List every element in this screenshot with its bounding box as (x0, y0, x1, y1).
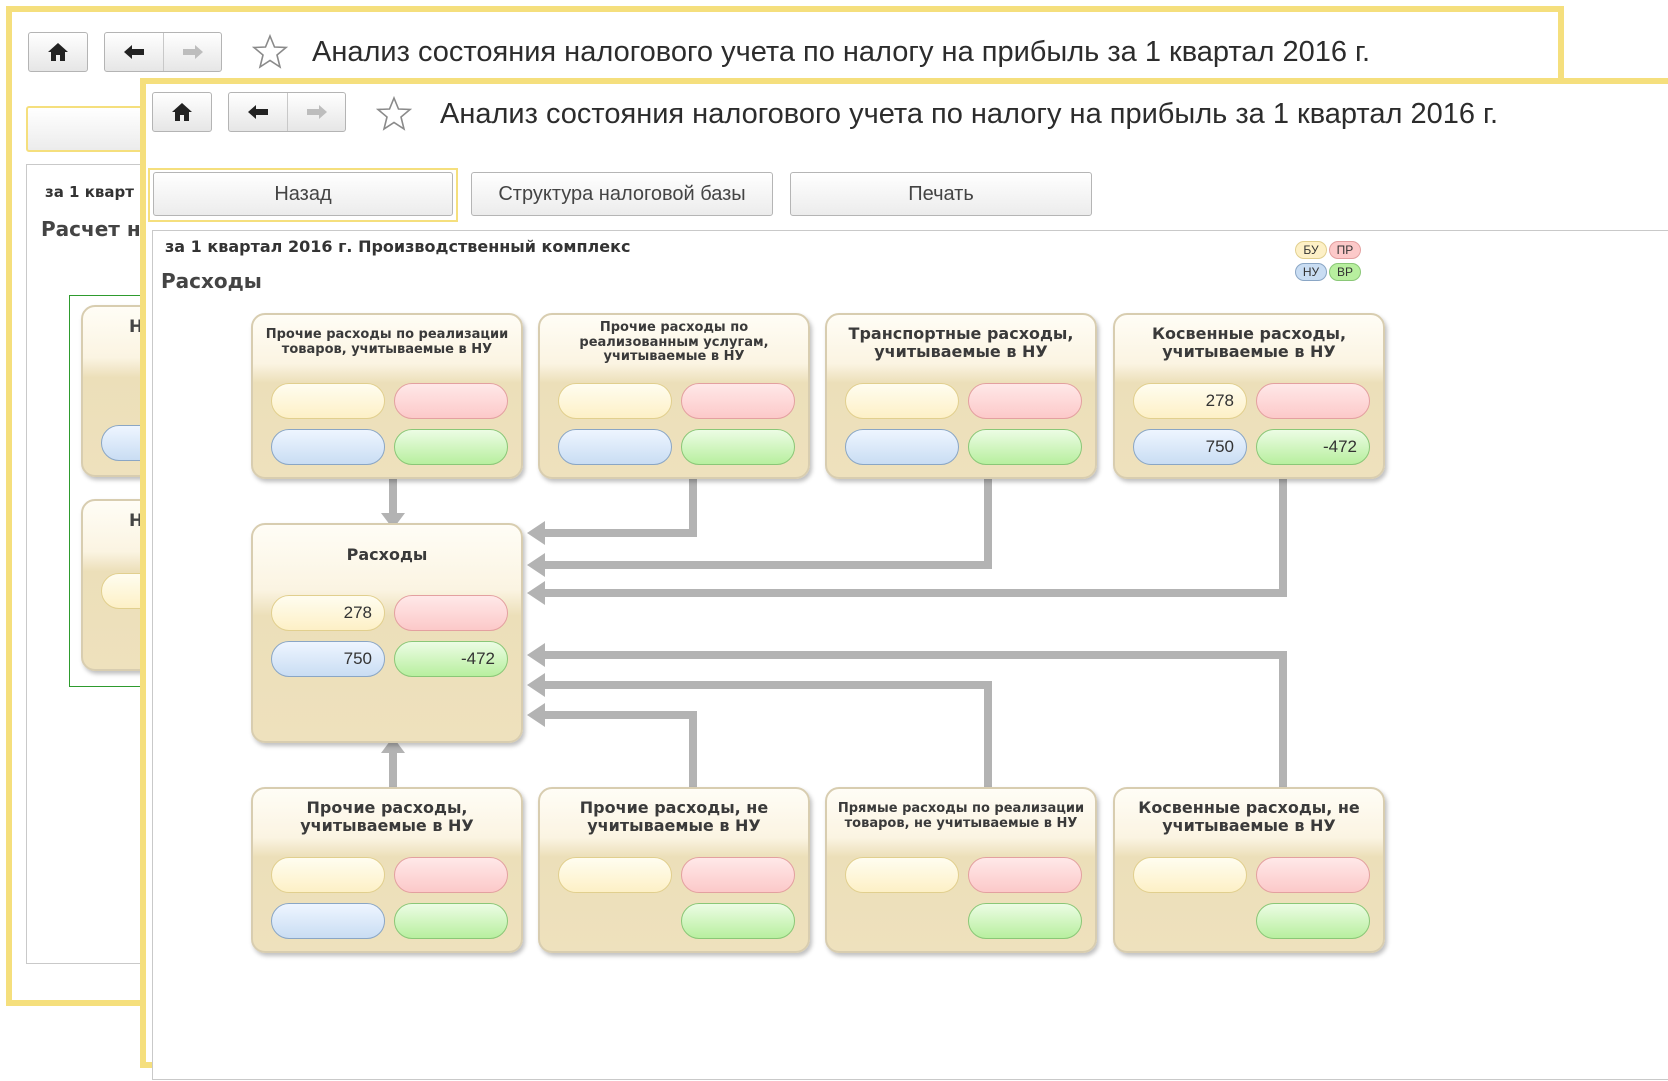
pill-vr (968, 903, 1082, 939)
favorite-button[interactable] (375, 95, 413, 136)
pill-vr (681, 429, 795, 465)
card-other-expenses-nu[interactable]: Прочие расходы, учитываемые в НУ (251, 787, 523, 953)
card-transport-expenses-nu[interactable]: Транспортные расходы, учитываемые в НУ (825, 313, 1097, 479)
pill-bu: 278 (271, 595, 385, 631)
pill-bu (845, 383, 959, 419)
pill-vr (394, 429, 508, 465)
card-title: Косвенные расходы, не учитываемые в НУ (1138, 797, 1360, 835)
pill-bu: 278 (1133, 383, 1247, 419)
home-button[interactable] (152, 92, 212, 132)
pill-pr (394, 383, 508, 419)
pill-pr (1256, 383, 1370, 419)
pill-bu (845, 857, 959, 893)
pill-nu (558, 429, 672, 465)
back-arrow-icon (124, 45, 144, 59)
card-other-services-expenses-nu[interactable]: Прочие расходы по реализованным услугам,… (538, 313, 810, 479)
pill-vr (681, 903, 795, 939)
pill-vr (968, 429, 1082, 465)
back-arrow-icon (248, 105, 268, 119)
card-title: Прочие расходы по реализации товаров, уч… (265, 327, 509, 357)
pill-vr (1256, 903, 1370, 939)
home-icon (172, 103, 192, 121)
history-nav (228, 92, 346, 132)
pill-vr: -472 (394, 641, 508, 677)
card-direct-expenses-non-nu[interactable]: Прямые расходы по реализации товаров, не… (825, 787, 1097, 953)
pill-pr (968, 857, 1082, 893)
back-button[interactable]: Назад (153, 172, 453, 216)
pill-nu (271, 429, 385, 465)
tax-base-structure-button[interactable]: Структура налоговой базы (471, 172, 773, 216)
back-nav-button[interactable] (105, 33, 163, 71)
report-panel: за 1 квартал 2016 г. Производственный ко… (152, 230, 1668, 1080)
card-indirect-expenses-nu[interactable]: Косвенные расходы, учитываемые в НУ 278 … (1113, 313, 1385, 479)
pill-bu (1133, 857, 1247, 893)
pill-pr (1256, 857, 1370, 893)
card-title: Прочие расходы, не учитываемые в НУ (579, 797, 769, 835)
favorite-button[interactable] (251, 33, 289, 74)
pill-pr (394, 595, 508, 631)
pill-pr (394, 857, 508, 893)
card-title: Расходы (346, 544, 428, 564)
pill-nu (845, 429, 959, 465)
card-title: Прочие расходы, учитываемые в НУ (300, 797, 474, 835)
forward-arrow-icon (182, 45, 203, 59)
back-nav-button[interactable] (229, 93, 287, 131)
pill-nu: 750 (1133, 429, 1247, 465)
window-title: Анализ состояния налогового учета по нал… (440, 98, 1499, 130)
pill-pr (968, 383, 1082, 419)
pill-bu (558, 857, 672, 893)
pill-bu (271, 857, 385, 893)
card-title: Транспортные расходы, учитываемые в НУ (848, 323, 1074, 361)
pill-pr (681, 383, 795, 419)
card-expenses-total[interactable]: Расходы 278 750 -472 (251, 523, 523, 743)
pill-vr (394, 903, 508, 939)
card-title: Прямые расходы по реализации товаров, не… (837, 801, 1085, 831)
star-icon (251, 33, 289, 69)
home-button[interactable] (28, 32, 88, 72)
card-other-expenses-non-nu[interactable]: Прочие расходы, не учитываемые в НУ (538, 787, 810, 953)
card-indirect-expenses-non-nu[interactable]: Косвенные расходы, не учитываемые в НУ (1113, 787, 1385, 953)
pill-pr (681, 857, 795, 893)
pill-nu: 750 (271, 641, 385, 677)
card-title: Прочие расходы по реализованным услугам,… (579, 319, 769, 365)
card-other-goods-expenses-nu[interactable]: Прочие расходы по реализации товаров, уч… (251, 313, 523, 479)
pill-vr: -472 (1256, 429, 1370, 465)
forward-arrow-icon (306, 105, 327, 119)
history-nav (104, 32, 222, 72)
pill-bu (558, 383, 672, 419)
pill-nu (271, 903, 385, 939)
section-title: Расчет н (41, 217, 141, 241)
forward-nav-button[interactable] (163, 33, 221, 71)
star-icon (375, 95, 413, 131)
card-title: Косвенные расходы, учитываемые в НУ (1151, 323, 1347, 361)
print-button[interactable]: Печать (790, 172, 1092, 216)
forward-nav-button[interactable] (287, 93, 345, 131)
front-window: Анализ состояния налогового учета по нал… (140, 78, 1668, 1080)
period-label: за 1 кварт (45, 183, 134, 201)
window-title: Анализ состояния налогового учета по нал… (312, 36, 1371, 68)
pill-bu (271, 383, 385, 419)
home-icon (48, 43, 68, 61)
